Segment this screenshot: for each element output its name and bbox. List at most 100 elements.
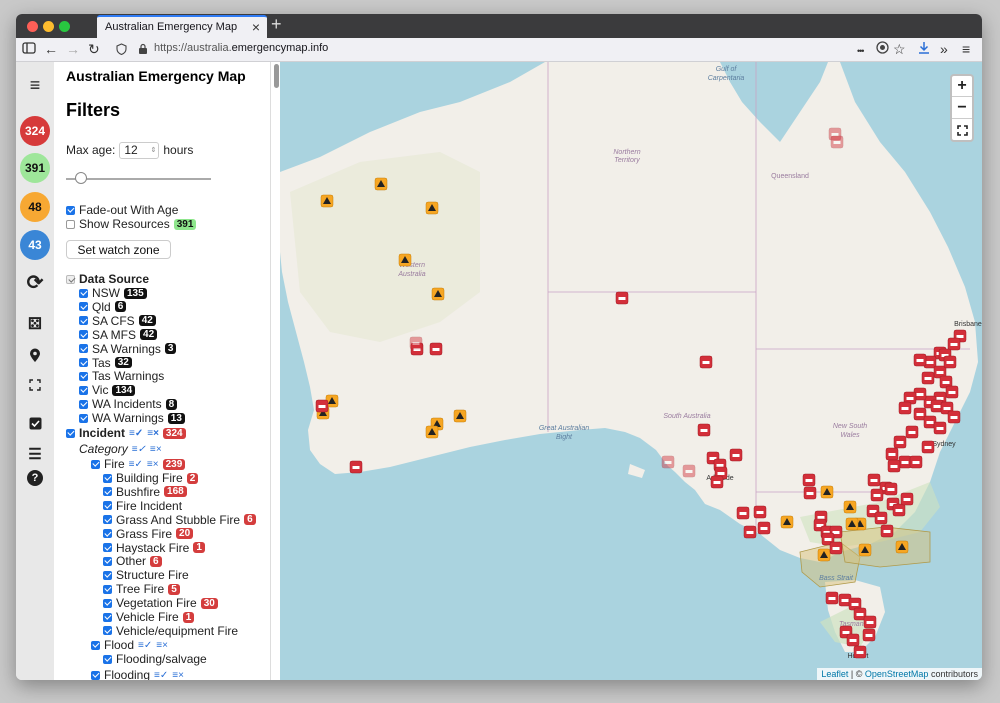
incident-row[interactable]: Incident ≡✓ ≡× 324 [66, 426, 186, 440]
flood-sub-row[interactable]: Flooding/salvage [103, 652, 207, 666]
flood-sub-checkbox[interactable] [103, 654, 112, 664]
fire-incident-marker[interactable] [743, 525, 757, 539]
fire-type-item-checkbox[interactable] [103, 487, 112, 497]
fire-incident-marker[interactable] [825, 591, 839, 605]
fire-incident-marker[interactable] [921, 440, 935, 454]
fire-incident-marker[interactable] [846, 633, 860, 647]
fire-incident-marker[interactable] [697, 423, 711, 437]
source-item[interactable]: WA Incidents 8 [79, 397, 178, 411]
fire-incident-marker[interactable] [867, 473, 881, 487]
collapse-panel-icon[interactable]: ≡ [20, 70, 50, 100]
osm-link[interactable]: OpenStreetMap [865, 669, 929, 679]
fire-incident-marker[interactable] [736, 506, 750, 520]
fire-incident-marker[interactable] [710, 475, 724, 489]
select-all-icon[interactable]: ≡✓ [129, 428, 143, 439]
show-resources-row[interactable]: Show Resources 391 [66, 217, 197, 231]
flooding-row[interactable]: Flooding ≡✓ ≡× [91, 668, 184, 680]
warning-marker[interactable] [374, 177, 388, 191]
download-icon[interactable] [918, 41, 930, 57]
fire-incident-marker[interactable] [885, 447, 899, 461]
panel-scrollbar[interactable] [274, 64, 279, 88]
clear-icon[interactable]: ≡× [150, 444, 162, 455]
new-tab-button[interactable]: + [271, 14, 282, 35]
fire-type-item-checkbox[interactable] [103, 598, 112, 608]
list-icon[interactable]: ☰ [20, 439, 50, 469]
source-item[interactable]: WA Warnings 13 [79, 411, 185, 425]
zoom-out-button[interactable]: − [952, 98, 972, 119]
warning-marker[interactable] [780, 515, 794, 529]
fire-type-item[interactable]: Haystack Fire 1 [103, 541, 205, 555]
fire-incident-marker[interactable] [945, 385, 959, 399]
source-item[interactable]: Qld 6 [79, 300, 127, 314]
set-watch-zone-button[interactable]: Set watch zone [66, 240, 171, 259]
flood-row[interactable]: Flood ≡✓ ≡× [91, 638, 168, 652]
clear-icon[interactable]: ≡× [156, 640, 168, 651]
fire-incident-marker[interactable] [862, 628, 876, 642]
fire-incident-marker[interactable] [893, 435, 907, 449]
fire-incident-marker[interactable] [753, 505, 767, 519]
fire-type-item-checkbox[interactable] [103, 543, 112, 552]
fire-incident-marker[interactable] [947, 410, 961, 424]
fire-incident-marker[interactable] [829, 541, 843, 555]
close-window-button[interactable] [27, 21, 38, 32]
fire-type-item-checkbox[interactable] [103, 501, 112, 511]
resources-count-button[interactable]: 391 [20, 153, 50, 183]
map-fullscreen-button[interactable] [952, 120, 972, 141]
flooding-checkbox[interactable] [91, 670, 100, 680]
help-icon[interactable]: ? [27, 470, 43, 486]
fire-type-item[interactable]: Fire Incident [103, 499, 182, 513]
source-item-checkbox[interactable] [79, 344, 88, 354]
fire-incident-marker[interactable] [863, 615, 877, 629]
fire-type-item-checkbox[interactable] [103, 626, 112, 636]
warning-marker[interactable] [431, 287, 445, 301]
fire-type-item-checkbox[interactable] [103, 584, 112, 594]
fire-type-item-checkbox[interactable] [103, 473, 112, 483]
reload-icon[interactable]: ↻ [88, 41, 100, 57]
clear-icon[interactable]: ≡× [147, 459, 159, 470]
fire-incident-marker[interactable] [933, 421, 947, 435]
fire-type-item[interactable]: Grass And Stubble Fire 6 [103, 513, 256, 527]
data-source-row[interactable]: Data Source [66, 272, 149, 286]
tab-close-icon[interactable]: × [252, 19, 260, 35]
fire-incident-marker[interactable] [699, 355, 713, 369]
fire-type-item[interactable]: Vehicle Fire 1 [103, 610, 195, 624]
fire-incident-marker[interactable] [315, 399, 329, 413]
fire-incident-marker[interactable] [802, 473, 816, 487]
show-resources-checkbox[interactable] [66, 219, 75, 229]
max-age-slider-track[interactable] [66, 178, 211, 180]
fire-incident-marker[interactable] [943, 355, 957, 369]
fire-incident-marker[interactable] [913, 353, 927, 367]
source-item[interactable]: SA CFS 42 [79, 314, 156, 328]
fire-incident-marker[interactable] [921, 371, 935, 385]
fire-type-item[interactable]: Structure Fire [103, 568, 189, 582]
fire-incident-marker[interactable] [409, 336, 423, 350]
flood-checkbox[interactable] [91, 640, 100, 650]
dice-icon[interactable]: ⚄ [20, 309, 50, 339]
fire-type-item-checkbox[interactable] [103, 570, 112, 580]
fire-type-item[interactable]: Grass Fire 20 [103, 527, 194, 541]
map-view[interactable]: Gulf of Carpentaria Northern Territory Q… [280, 62, 982, 680]
incidents-count-button[interactable]: 324 [20, 116, 50, 146]
fade-row[interactable]: Fade-out With Age [66, 203, 178, 217]
minimize-window-button[interactable] [43, 21, 54, 32]
fullscreen-icon[interactable] [20, 370, 50, 400]
max-age-slider-handle[interactable] [75, 172, 87, 184]
fire-incident-marker[interactable] [870, 488, 884, 502]
source-item[interactable]: SA Warnings 3 [79, 342, 177, 356]
url-bar[interactable]: https://australia.emergencymap.info [116, 40, 913, 59]
fire-incident-marker[interactable] [757, 521, 771, 535]
warning-marker[interactable] [820, 485, 834, 499]
max-age-input[interactable]: 12 ⇕ [119, 141, 160, 159]
source-item-checkbox[interactable] [79, 358, 88, 367]
source-item[interactable]: Tas Warnings [79, 369, 164, 383]
fire-incident-marker[interactable] [729, 448, 743, 462]
source-item[interactable]: Tas 32 [79, 356, 132, 370]
page-actions-icon[interactable]: ••• [857, 43, 865, 59]
select-all-icon[interactable]: ≡✓ [138, 640, 152, 651]
map-canvas[interactable]: Gulf of Carpentaria Northern Territory Q… [280, 62, 982, 680]
fire-incident-marker[interactable] [349, 460, 363, 474]
fire-type-item-checkbox[interactable] [103, 612, 112, 622]
warning-marker[interactable] [425, 425, 439, 439]
warning-marker[interactable] [858, 543, 872, 557]
incident-checkbox[interactable] [66, 428, 75, 438]
